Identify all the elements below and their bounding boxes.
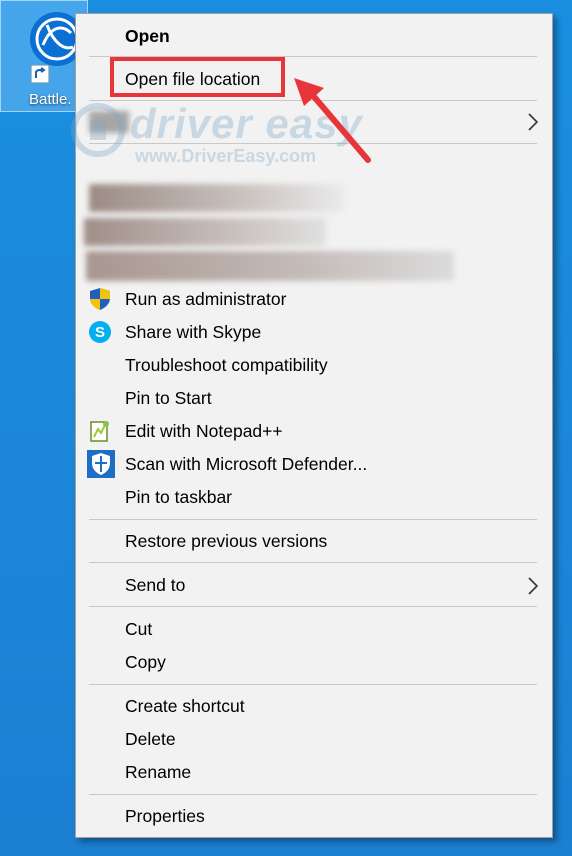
menu-item-label: Restore previous versions — [125, 531, 328, 551]
skype-icon: S — [89, 321, 111, 343]
uac-shield-icon — [90, 288, 110, 310]
menu-item-label: Copy — [125, 652, 166, 672]
menu-item-troubleshoot[interactable]: Troubleshoot compatibility — [76, 349, 552, 382]
menu-item-label: Delete — [125, 729, 176, 749]
chevron-right-icon — [528, 113, 538, 131]
red-arrow-icon — [294, 78, 371, 163]
shortcut-arrow-icon — [31, 65, 49, 83]
menu-item-pin-taskbar[interactable]: Pin to taskbar — [76, 481, 552, 514]
menu-item-label: Edit with Notepad++ — [125, 421, 283, 441]
highlight-box — [110, 57, 285, 97]
menu-item-cut[interactable]: Cut — [76, 613, 552, 646]
menu-item-pin-start[interactable]: Pin to Start — [76, 382, 552, 415]
menu-separator — [89, 606, 537, 607]
menu-item-label: Create shortcut — [125, 696, 245, 716]
menu-separator — [89, 684, 537, 685]
menu-item-edit-notepad[interactable]: Edit with Notepad++ — [76, 415, 552, 448]
menu-item-label: Open — [125, 26, 170, 46]
menu-item-label: Scan with Microsoft Defender... — [125, 454, 368, 474]
menu-separator — [89, 794, 537, 795]
redacted-menu-item[interactable] — [86, 251, 454, 281]
defender-shield-icon — [87, 450, 115, 478]
menu-item-label: Troubleshoot compatibility — [125, 355, 328, 375]
redacted-menu-item[interactable] — [89, 184, 344, 212]
menu-item-delete[interactable]: Delete — [76, 723, 552, 756]
menu-item-create-shortcut[interactable]: Create shortcut — [76, 690, 552, 723]
menu-item-copy[interactable]: Copy — [76, 646, 552, 679]
menu-item-label: Send to — [125, 575, 186, 595]
menu-item-label: Pin to Start — [125, 388, 212, 408]
chevron-right-icon — [528, 577, 538, 595]
menu-item-scan-defender[interactable]: Scan with Microsoft Defender... — [76, 448, 552, 481]
menu-item-restore-versions[interactable]: Restore previous versions — [76, 525, 552, 558]
notepad-plus-plus-icon — [90, 421, 109, 442]
menu-item-label: Share with Skype — [125, 322, 262, 342]
menu-item-label: Pin to taskbar — [125, 487, 232, 507]
menu-item-label: Properties — [125, 806, 205, 826]
menu-item-share-skype[interactable]: S Share with Skype — [76, 316, 552, 349]
menu-item-label: Cut — [125, 619, 153, 639]
menu-item-label: Rename — [125, 762, 192, 782]
menu-item-rename[interactable]: Rename — [76, 756, 552, 789]
redacted-menu-item[interactable] — [84, 218, 326, 246]
menu-item-label: Run as administrator — [125, 289, 287, 309]
svg-text:S: S — [95, 324, 105, 341]
menu-separator — [89, 562, 537, 563]
menu-item-run-as-admin[interactable]: Run as administrator — [76, 283, 552, 316]
redacted-icon — [89, 111, 129, 133]
menu-separator — [89, 519, 537, 520]
desktop-icon-label: Battle. — [29, 91, 72, 108]
menu-item-open[interactable]: Open — [76, 20, 552, 53]
menu-item-send-to[interactable]: Send to — [76, 569, 552, 602]
menu-item-properties[interactable]: Properties — [76, 800, 552, 833]
